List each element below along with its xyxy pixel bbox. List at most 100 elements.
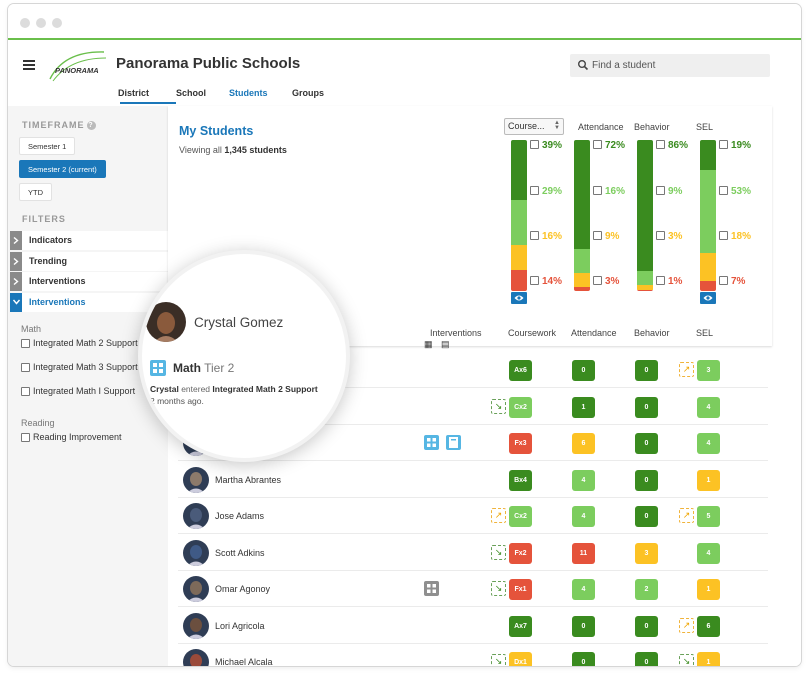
bar-segment[interactable] xyxy=(511,200,527,245)
filter-interventions[interactable]: Interventions xyxy=(10,272,168,291)
student-search[interactable] xyxy=(570,54,770,77)
sel-chip[interactable]: 3 xyxy=(697,360,720,381)
tab-district[interactable]: District xyxy=(118,88,149,98)
table-row[interactable]: Scott Adkins ↘ Fx2 11 3 4 xyxy=(178,534,768,571)
attendance-chip[interactable]: 11 xyxy=(572,542,595,564)
sel-chip[interactable]: 1 xyxy=(697,652,720,666)
bar-segment[interactable] xyxy=(574,287,590,291)
coursework-chip[interactable]: Cx2 xyxy=(509,506,532,527)
coursework-chip[interactable]: Fx2 xyxy=(509,542,532,564)
percent-filter[interactable]: 86% xyxy=(656,140,688,151)
distribution-bar[interactable] xyxy=(700,140,716,291)
student-name[interactable]: Michael Alcala xyxy=(215,657,273,666)
timeframe-ytd[interactable]: YTD xyxy=(19,183,52,201)
behavior-chip[interactable]: 0 xyxy=(635,469,658,491)
behavior-chip[interactable]: 2 xyxy=(635,579,658,600)
bar-segment[interactable] xyxy=(511,270,527,291)
checkbox[interactable] xyxy=(593,186,602,195)
bar-segment[interactable] xyxy=(700,281,716,291)
percent-filter[interactable]: 9% xyxy=(593,231,619,242)
school-name[interactable]: Panorama Public Schools xyxy=(116,55,300,72)
checkbox[interactable] xyxy=(719,276,728,285)
attendance-chip[interactable]: 1 xyxy=(572,396,595,418)
window-minimize-dot[interactable] xyxy=(36,18,46,28)
calculator-icon[interactable] xyxy=(424,435,439,450)
checkbox[interactable] xyxy=(21,387,30,396)
window-zoom-dot[interactable] xyxy=(52,18,62,28)
distribution-bar[interactable] xyxy=(574,140,590,291)
timeframe-semester-2[interactable]: Semester 2 (current) xyxy=(19,160,106,178)
checkbox[interactable] xyxy=(21,363,30,372)
sel-chip[interactable]: 4 xyxy=(697,433,720,454)
percent-filter[interactable]: 16% xyxy=(593,186,625,197)
table-row[interactable]: Martha Abrantes Bx4 4 0 1 xyxy=(178,461,768,498)
behavior-chip[interactable]: 0 xyxy=(635,396,658,418)
checkbox[interactable] xyxy=(719,140,728,149)
coursework-chip[interactable]: Dx1 xyxy=(509,652,532,666)
help-icon[interactable]: ? xyxy=(86,121,96,130)
attendance-chip[interactable]: 4 xyxy=(572,469,595,491)
percent-filter[interactable]: 39% xyxy=(530,140,562,151)
percent-filter[interactable]: 3% xyxy=(656,231,682,242)
sel-chip[interactable]: 5 xyxy=(697,506,720,527)
student-name[interactable]: Omar Agonoy xyxy=(215,584,270,594)
attendance-chip[interactable]: 0 xyxy=(572,360,595,381)
bar-segment[interactable] xyxy=(637,140,653,271)
checkbox[interactable] xyxy=(21,433,30,442)
sel-chip[interactable]: 4 xyxy=(697,542,720,564)
percent-filter[interactable]: 18% xyxy=(719,231,751,242)
book-icon[interactable] xyxy=(446,435,461,450)
filter-indicators[interactable]: Indicators xyxy=(10,231,168,250)
checkbox[interactable] xyxy=(530,276,539,285)
student-name[interactable]: Scott Adkins xyxy=(215,548,265,558)
checkbox[interactable] xyxy=(530,231,539,240)
timeframe-semester-1[interactable]: Semester 1 xyxy=(19,137,76,155)
student-name[interactable]: Martha Abrantes xyxy=(215,475,281,485)
checkbox[interactable] xyxy=(656,186,665,195)
behavior-chip[interactable]: 0 xyxy=(635,652,658,666)
eye-icon[interactable] xyxy=(511,292,527,304)
percent-filter[interactable]: 29% xyxy=(530,186,562,197)
student-name[interactable]: Jose Adams xyxy=(215,511,264,521)
table-row[interactable]: Jose Adams ↗ ↗ Cx2 4 0 5 xyxy=(178,498,768,534)
option-integrated-math-1[interactable]: Integrated Math I Support xyxy=(21,386,161,408)
sel-chip[interactable]: 6 xyxy=(697,615,720,637)
checkbox[interactable] xyxy=(656,276,665,285)
percent-filter[interactable]: 7% xyxy=(719,276,745,287)
course-select[interactable]: Course... ▲ ▼ xyxy=(504,118,564,135)
bar-segment[interactable] xyxy=(574,140,590,249)
filter-trending[interactable]: Trending xyxy=(10,252,168,271)
checkbox[interactable] xyxy=(656,231,665,240)
checkbox[interactable] xyxy=(719,186,728,195)
behavior-chip[interactable]: 3 xyxy=(635,542,658,564)
checkbox[interactable] xyxy=(21,339,30,348)
checkbox[interactable] xyxy=(530,186,539,195)
behavior-chip[interactable]: 0 xyxy=(635,615,658,637)
panorama-logo[interactable]: PANORAMA xyxy=(46,48,108,86)
bar-segment[interactable] xyxy=(700,140,716,170)
bar-segment[interactable] xyxy=(511,245,527,270)
coursework-chip[interactable]: Fx3 xyxy=(509,433,532,454)
table-row[interactable]: Lori Agricola ↗ Ax7 0 0 6 xyxy=(178,607,768,644)
percent-filter[interactable]: 16% xyxy=(530,231,562,242)
checkbox[interactable] xyxy=(656,140,665,149)
tab-school[interactable]: School xyxy=(176,88,206,98)
sel-chip[interactable]: 4 xyxy=(697,396,720,418)
percent-filter[interactable]: 3% xyxy=(593,276,619,287)
percent-filter[interactable]: 72% xyxy=(593,140,625,151)
bar-segment[interactable] xyxy=(700,170,716,253)
percent-filter[interactable]: 19% xyxy=(719,140,751,151)
tab-groups[interactable]: Groups xyxy=(292,88,324,98)
table-row[interactable]: Omar Agonoy ↘ Fx1 4 2 1 xyxy=(178,571,768,607)
coursework-chip[interactable]: Cx2 xyxy=(509,396,532,418)
menu-icon[interactable] xyxy=(23,60,35,70)
percent-filter[interactable]: 1% xyxy=(656,276,682,287)
percent-filter[interactable]: 9% xyxy=(656,186,682,197)
popover-student-name[interactable]: Crystal Gomez xyxy=(194,315,283,330)
calculator-icon[interactable] xyxy=(424,581,439,596)
behavior-chip[interactable]: 0 xyxy=(635,360,658,381)
distribution-bar[interactable] xyxy=(511,140,527,291)
search-input[interactable] xyxy=(592,54,762,77)
sel-chip[interactable]: 1 xyxy=(697,579,720,600)
bar-segment[interactable] xyxy=(574,249,590,273)
